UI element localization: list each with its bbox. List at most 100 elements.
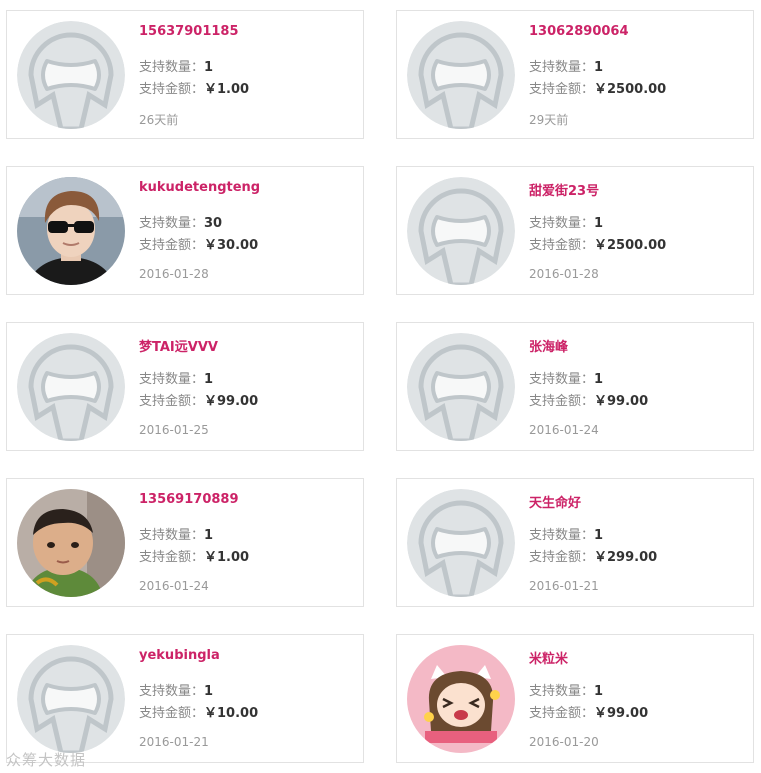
support-time: 29天前 bbox=[529, 113, 569, 127]
support-time: 26天前 bbox=[139, 113, 179, 127]
backer-name[interactable]: 天生命好 bbox=[529, 492, 581, 511]
default-avatar-icon[interactable] bbox=[407, 177, 515, 285]
backer-card[interactable]: yekubingla 支持数量：1 支持金额：￥10.00 2016-01-21 bbox=[6, 634, 364, 763]
watermark-logo: 众筹大数据 bbox=[6, 749, 86, 770]
amount-label: 支持金额： bbox=[139, 550, 205, 565]
quantity-value: 1 bbox=[204, 684, 214, 699]
amount-value: ￥299.00 bbox=[594, 550, 658, 565]
quantity-value: 1 bbox=[204, 372, 214, 387]
amount-label: 支持金额： bbox=[529, 550, 595, 565]
support-time: 2016-01-28 bbox=[529, 267, 599, 281]
amount-value: ￥1.00 bbox=[204, 82, 250, 97]
backer-name[interactable]: yekubingla bbox=[139, 648, 220, 663]
quantity-row: 支持数量：30 bbox=[139, 212, 222, 231]
quantity-label: 支持数量： bbox=[529, 372, 595, 387]
default-avatar-image bbox=[407, 21, 515, 129]
quantity-value: 1 bbox=[594, 684, 604, 699]
amount-value: ￥2500.00 bbox=[594, 82, 667, 97]
user-photo-sunglasses[interactable] bbox=[17, 177, 125, 285]
backer-card[interactable]: 15637901185 支持数量：1 支持金额：￥1.00 26天前 bbox=[6, 10, 364, 139]
quantity-row: 支持数量：1 bbox=[139, 368, 213, 387]
amount-row: 支持金额：￥2500.00 bbox=[529, 234, 666, 253]
backer-name[interactable]: 梦TAI远VVV bbox=[139, 336, 218, 355]
support-time: 2016-01-20 bbox=[529, 735, 599, 749]
backer-list: 15637901185 支持数量：1 支持金额：￥1.00 26天前 13062… bbox=[0, 0, 761, 773]
amount-row: 支持金额：￥99.00 bbox=[529, 702, 648, 721]
default-avatar-icon[interactable] bbox=[407, 333, 515, 441]
amount-label: 支持金额： bbox=[529, 706, 595, 721]
quantity-value: 1 bbox=[204, 60, 214, 75]
support-time: 2016-01-25 bbox=[139, 423, 209, 437]
amount-row: 支持金额：￥1.00 bbox=[139, 546, 249, 565]
default-avatar-image bbox=[17, 645, 125, 753]
support-time: 2016-01-21 bbox=[139, 735, 209, 749]
quantity-label: 支持数量： bbox=[139, 684, 205, 699]
quantity-value: 1 bbox=[594, 372, 604, 387]
backer-card[interactable]: 米粒米 支持数量：1 支持金额：￥99.00 2016-01-20 bbox=[396, 634, 754, 763]
default-avatar-image bbox=[17, 21, 125, 129]
default-avatar-image bbox=[407, 489, 515, 597]
default-avatar-icon[interactable] bbox=[407, 489, 515, 597]
quantity-label: 支持数量： bbox=[529, 684, 595, 699]
amount-label: 支持金额： bbox=[139, 238, 205, 253]
default-avatar-image bbox=[17, 333, 125, 441]
backer-name[interactable]: 米粒米 bbox=[529, 648, 568, 667]
amount-row: 支持金额：￥299.00 bbox=[529, 546, 657, 565]
default-avatar-icon[interactable] bbox=[17, 333, 125, 441]
backer-card[interactable]: 梦TAI远VVV 支持数量：1 支持金额：￥99.00 2016-01-25 bbox=[6, 322, 364, 451]
cartoon-girl-avatar[interactable] bbox=[407, 645, 515, 753]
amount-label: 支持金额： bbox=[529, 82, 595, 97]
amount-value: ￥99.00 bbox=[594, 394, 649, 409]
amount-row: 支持金额：￥99.00 bbox=[139, 390, 258, 409]
quantity-row: 支持数量：1 bbox=[529, 368, 603, 387]
default-avatar-image bbox=[407, 177, 515, 285]
quantity-value: 1 bbox=[594, 528, 604, 543]
amount-row: 支持金额：￥1.00 bbox=[139, 78, 249, 97]
backer-name[interactable]: 15637901185 bbox=[139, 24, 239, 39]
backer-name[interactable]: 13569170889 bbox=[139, 492, 239, 507]
default-avatar-icon[interactable] bbox=[17, 645, 125, 753]
backer-card[interactable]: kukudetengteng 支持数量：30 支持金额：￥30.00 2016-… bbox=[6, 166, 364, 295]
backer-card[interactable]: 张海峰 支持数量：1 支持金额：￥99.00 2016-01-24 bbox=[396, 322, 754, 451]
quantity-label: 支持数量： bbox=[139, 372, 205, 387]
default-avatar-icon[interactable] bbox=[407, 21, 515, 129]
quantity-row: 支持数量：1 bbox=[139, 680, 213, 699]
quantity-value: 1 bbox=[594, 216, 604, 231]
amount-value: ￥2500.00 bbox=[594, 238, 667, 253]
amount-row: 支持金额：￥2500.00 bbox=[529, 78, 666, 97]
amount-row: 支持金额：￥99.00 bbox=[529, 390, 648, 409]
support-time: 2016-01-28 bbox=[139, 267, 209, 281]
quantity-row: 支持数量：1 bbox=[529, 524, 603, 543]
support-time: 2016-01-24 bbox=[529, 423, 599, 437]
backer-card[interactable]: 13569170889 支持数量：1 支持金额：￥1.00 2016-01-24 bbox=[6, 478, 364, 607]
quantity-row: 支持数量：1 bbox=[139, 56, 213, 75]
quantity-label: 支持数量： bbox=[139, 216, 205, 231]
quantity-value: 1 bbox=[204, 528, 214, 543]
quantity-row: 支持数量：1 bbox=[529, 212, 603, 231]
quantity-label: 支持数量： bbox=[139, 60, 205, 75]
amount-label: 支持金额： bbox=[139, 394, 205, 409]
backer-card[interactable]: 天生命好 支持数量：1 支持金额：￥299.00 2016-01-21 bbox=[396, 478, 754, 607]
backer-card[interactable]: 甜爱街23号 支持数量：1 支持金额：￥2500.00 2016-01-28 bbox=[396, 166, 754, 295]
quantity-label: 支持数量： bbox=[529, 60, 595, 75]
quantity-label: 支持数量： bbox=[139, 528, 205, 543]
backer-card[interactable]: 13062890064 支持数量：1 支持金额：￥2500.00 29天前 bbox=[396, 10, 754, 139]
amount-label: 支持金额： bbox=[529, 238, 595, 253]
cartoon-girl-avatar-image bbox=[407, 645, 515, 753]
quantity-value: 30 bbox=[204, 216, 223, 231]
amount-label: 支持金额： bbox=[139, 706, 205, 721]
user-photo-child[interactable] bbox=[17, 489, 125, 597]
backer-name[interactable]: 张海峰 bbox=[529, 336, 568, 355]
user-photo-child-image bbox=[17, 489, 125, 597]
support-time: 2016-01-24 bbox=[139, 579, 209, 593]
backer-name[interactable]: kukudetengteng bbox=[139, 180, 260, 195]
quantity-row: 支持数量：1 bbox=[139, 524, 213, 543]
backer-name[interactable]: 13062890064 bbox=[529, 24, 629, 39]
default-avatar-icon[interactable] bbox=[17, 21, 125, 129]
quantity-value: 1 bbox=[594, 60, 604, 75]
quantity-row: 支持数量：1 bbox=[529, 56, 603, 75]
amount-row: 支持金额：￥10.00 bbox=[139, 702, 258, 721]
amount-value: ￥10.00 bbox=[204, 706, 259, 721]
backer-name[interactable]: 甜爱街23号 bbox=[529, 180, 599, 199]
amount-row: 支持金额：￥30.00 bbox=[139, 234, 258, 253]
